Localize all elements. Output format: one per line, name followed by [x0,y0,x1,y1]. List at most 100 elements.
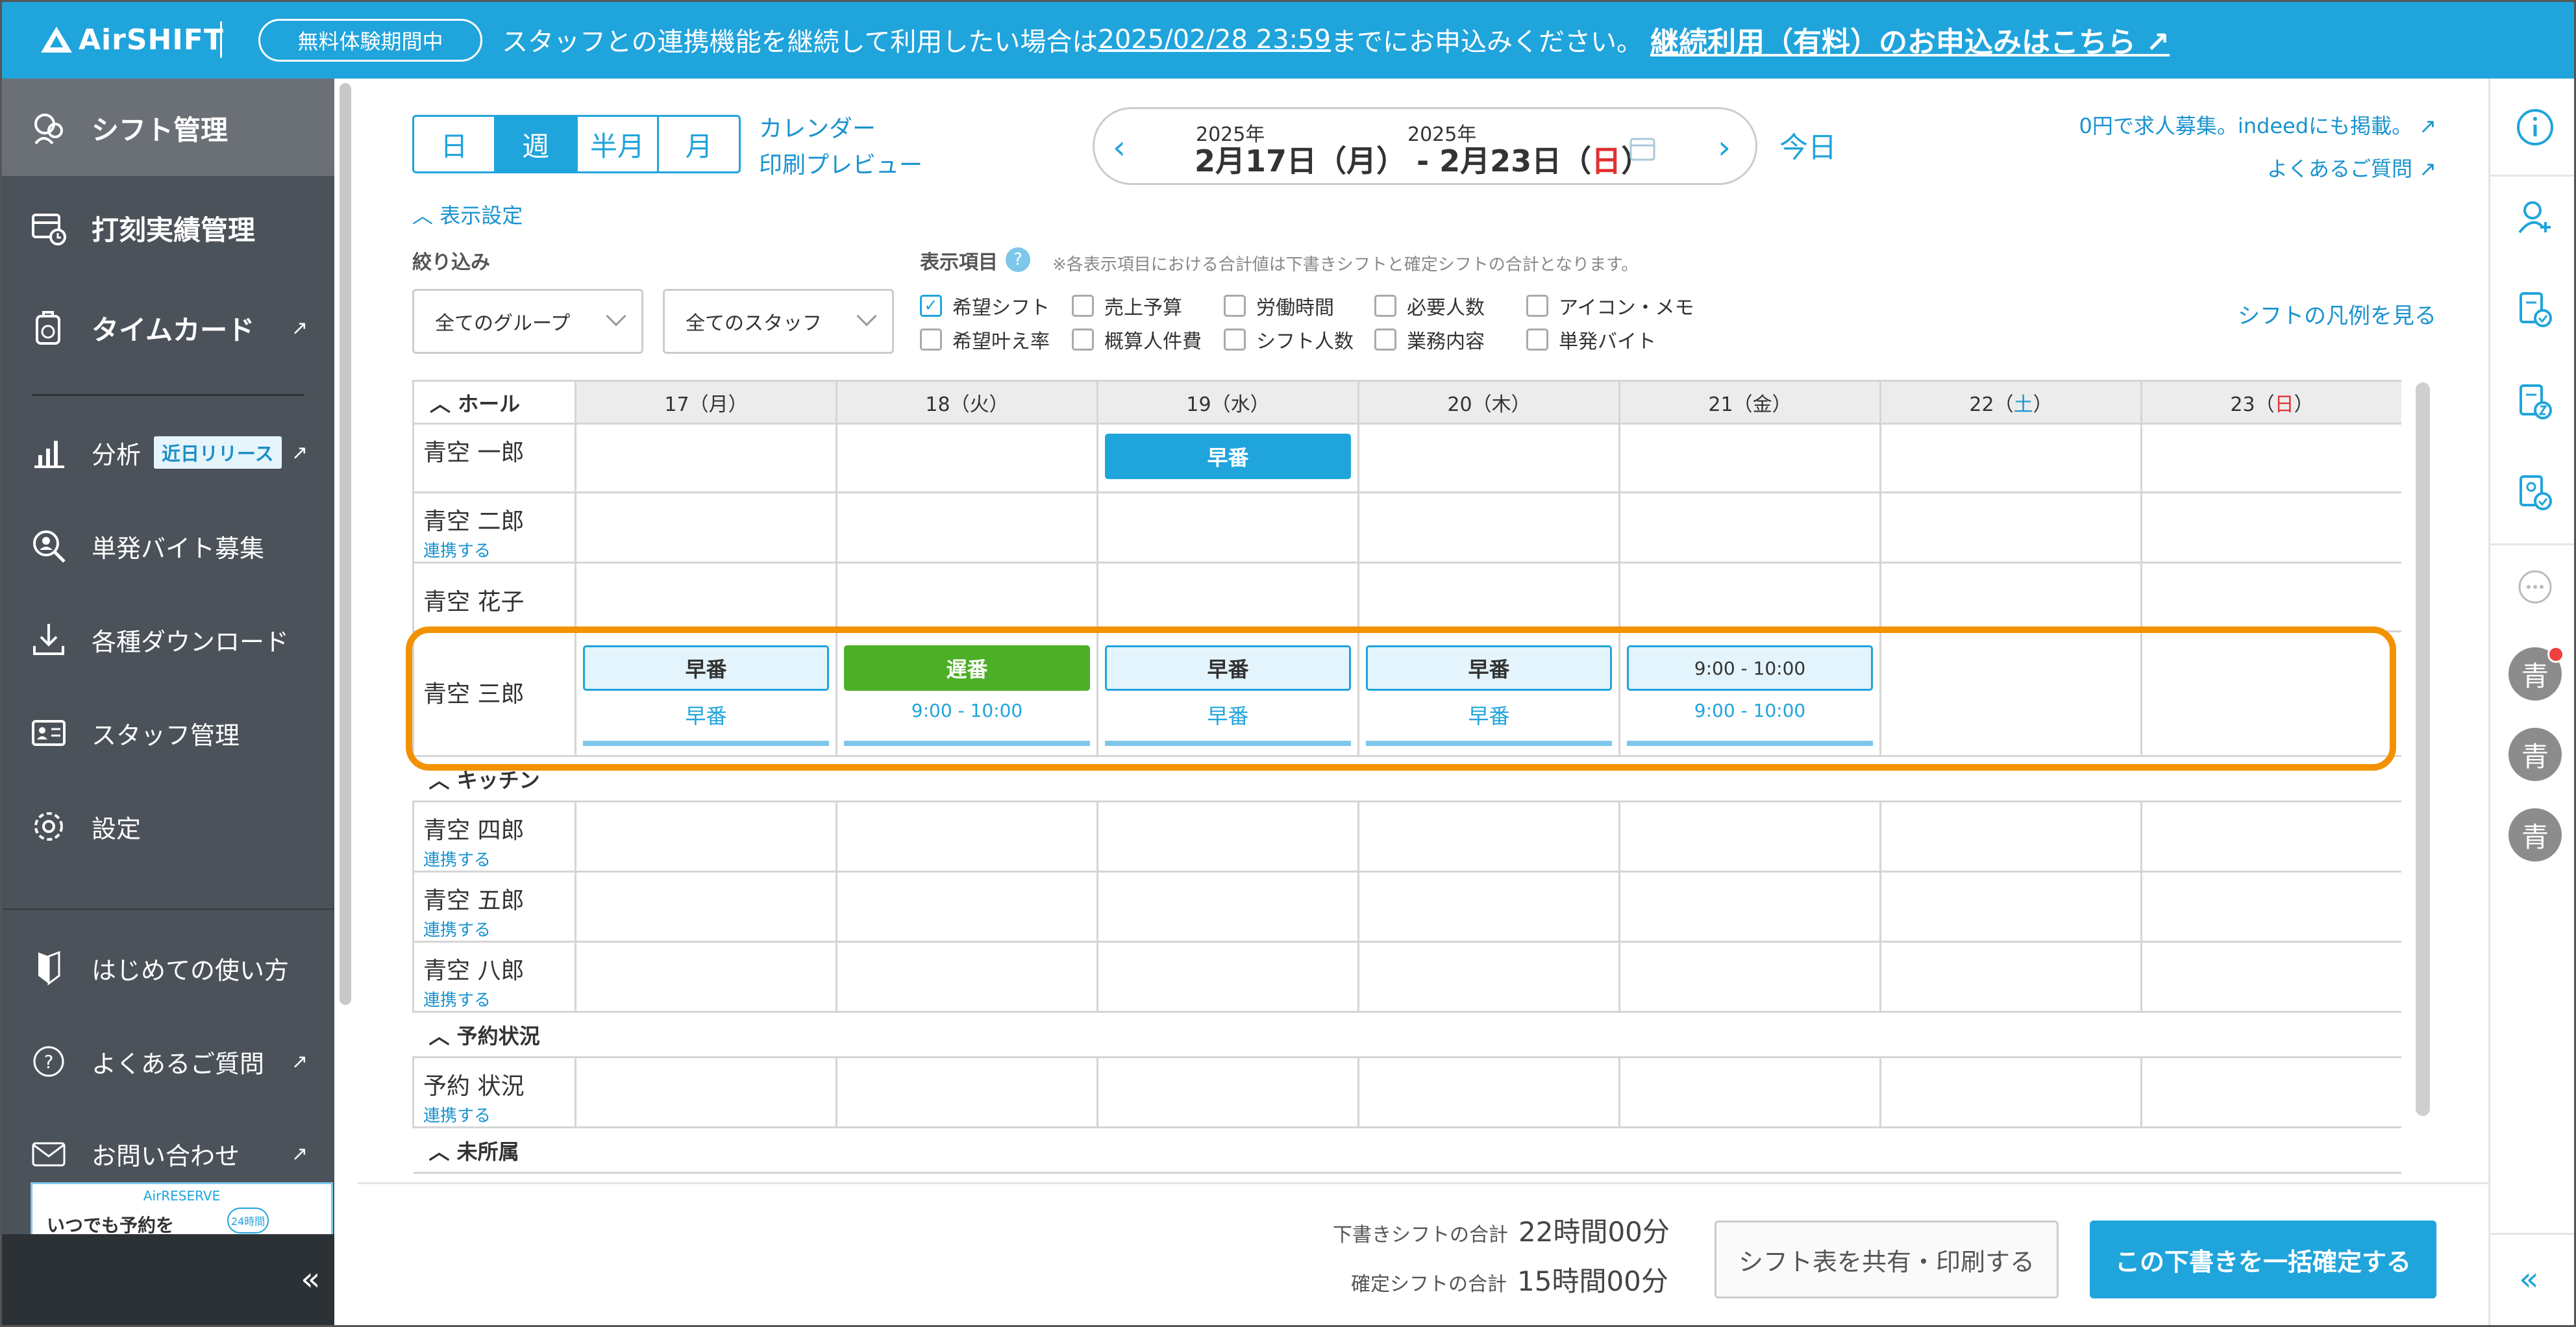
approval-icon[interactable] [2514,471,2557,514]
staff-name-cell[interactable]: 青空 花子 [412,562,576,632]
shift-cell[interactable] [836,941,1098,1013]
shift-cell[interactable] [1618,800,1881,873]
shift-cell[interactable] [836,871,1098,943]
shift-cell[interactable] [1096,941,1359,1013]
shift-cell[interactable] [1357,800,1620,873]
staff-name-cell[interactable]: 青空 一郎 [412,423,576,493]
checkbox-labor-cost[interactable]: 概算人件費 [1072,325,1202,354]
shift-legend-link[interactable]: シフトの凡例を見る [2238,298,2436,330]
shift-cell[interactable] [1357,1056,1620,1128]
shift-cell[interactable] [2140,941,2401,1013]
checkbox-task[interactable]: 業務内容 [1374,325,1485,354]
shift-cell[interactable] [575,1056,837,1128]
view-month-button[interactable]: 月 [659,117,739,171]
shift-cell[interactable] [2140,423,2401,493]
shift-cell[interactable] [1879,871,2142,943]
link-staff-link[interactable]: 連携する [423,917,575,941]
shift-cell[interactable] [1618,941,1881,1013]
next-week-button[interactable]: › [1718,129,1731,166]
view-halfmonth-button[interactable]: 半月 [578,117,660,171]
shift-cell[interactable] [1879,941,2142,1013]
shift-cell[interactable] [836,1056,1098,1128]
shift-cell[interactable] [1096,800,1359,873]
shift-cell[interactable] [575,491,837,564]
shift-cell[interactable] [575,423,837,493]
link-staff-link[interactable]: 連携する [423,538,575,562]
checkbox-desired-shift[interactable]: ✓ 希望シフト [920,291,1050,320]
collapse-panel-button[interactable]: « [2519,1260,2539,1298]
help-icon[interactable]: ? [1006,247,1030,272]
shift-cell[interactable] [2140,491,2401,564]
shift-cell[interactable] [1357,423,1620,493]
sidebar-item-contact[interactable]: お問い合わせ ↗ [2,1121,334,1186]
faq-link[interactable]: よくあるご質問 ↗ [2079,147,2436,190]
checkbox-sales-budget[interactable]: 売上予算 [1072,291,1182,320]
confirm-all-button[interactable]: この下書きを一括確定する [2090,1221,2436,1298]
today-button[interactable]: 今日 [1779,124,1837,166]
shift-request-icon[interactable] [2514,288,2557,330]
group-header-hall[interactable]: ︿ ホール [412,380,576,425]
shift-cell[interactable] [575,871,837,943]
chat-icon[interactable] [2514,567,2557,610]
add-user-icon[interactable] [2514,195,2557,238]
airshift-logo[interactable]: AirSHIFT [41,20,224,59]
sidebar-item-analytics[interactable]: 分析 近日リリース ↗ [2,420,334,485]
print-preview-link[interactable]: 印刷プレビュー [759,147,923,184]
shift-cell[interactable]: 早番 [1096,423,1359,493]
checkbox-work-hours[interactable]: 労働時間 [1224,291,1334,320]
shift-cell[interactable] [1879,800,2142,873]
avatar[interactable]: 青 [2508,728,2562,781]
continue-signup-link[interactable]: 継続利用（有料）のお申込みはこちら ↗ [1650,19,2170,60]
shift-cell[interactable] [1096,562,1359,632]
shift-cell[interactable] [1357,562,1620,632]
shift-cell[interactable] [575,800,837,873]
display-settings-toggle[interactable]: ︿ 表示設定 [412,199,523,229]
shift-cell[interactable] [1096,871,1359,943]
checkbox-wish-rate[interactable]: 希望叶え率 [920,325,1050,354]
collapse-sidebar-button[interactable]: « [301,1260,321,1298]
checkbox-required-staff[interactable]: 必要人数 [1374,291,1485,320]
group-header-unassigned[interactable]: ︿ 未所属 [413,1126,2401,1174]
shift-cell[interactable] [836,800,1098,873]
sidebar-item-shift[interactable]: シフト管理 [2,95,334,160]
staff-name-cell[interactable]: 青空 五郎 連携する [412,871,576,943]
shift-cell[interactable] [836,423,1098,493]
shift-cell[interactable] [1357,941,1620,1013]
shift-cell[interactable] [575,941,837,1013]
prev-week-button[interactable]: ‹ [1113,129,1126,166]
share-print-button[interactable]: シフト表を共有・印刷する [1715,1221,2059,1298]
link-staff-link[interactable]: 連携する [423,847,575,871]
shift-cell[interactable] [2140,562,2401,632]
airreserve-banner[interactable]: AirRESERVE いつでも予約を 24時間 [31,1182,333,1241]
staff-select[interactable]: 全てのスタッフ [663,289,894,354]
shift-cell[interactable] [1096,491,1359,564]
info-icon[interactable] [2514,106,2557,149]
shift-cell[interactable] [836,491,1098,564]
shift-cell[interactable] [1879,562,2142,632]
checkbox-shift-count[interactable]: シフト人数 [1224,325,1354,354]
sidebar-item-clock-records[interactable]: 打刻実績管理 [2,195,334,260]
link-staff-link[interactable]: 連携する [423,987,575,1011]
shift-cell[interactable] [1618,423,1881,493]
shift-block-confirmed[interactable]: 早番 [1105,434,1351,479]
checkbox-gig-job[interactable]: 単発バイト [1526,325,1656,354]
sidebar-scrollbar[interactable] [340,83,351,1005]
link-staff-link[interactable]: 連携する [423,1102,575,1126]
pending-request-icon[interactable] [2514,380,2557,423]
shift-cell[interactable] [1879,491,2142,564]
sidebar-item-settings[interactable]: 設定 [2,794,334,859]
sidebar-item-staff[interactable]: スタッフ管理 [2,701,334,765]
sidebar-item-timecard[interactable]: タイムカード ↗ [2,295,334,360]
shift-cell[interactable] [1357,871,1620,943]
shift-cell[interactable] [836,562,1098,632]
calendar-link[interactable]: カレンダー [759,111,923,147]
staff-name-cell[interactable]: 予約 状況 連携する [412,1056,576,1128]
avatar[interactable]: 青 [2508,646,2564,701]
calendar-picker-icon[interactable] [1627,132,1658,166]
shift-cell[interactable] [575,562,837,632]
staff-name-cell[interactable]: 青空 四郎 連携する [412,800,576,873]
group-header-reservation[interactable]: ︿ 予約状況 [413,1011,2401,1058]
job-posting-link[interactable]: 0円で求人募集。indeedにも掲載。 ↗ [2079,105,2436,147]
shift-cell[interactable] [2140,800,2401,873]
shift-cell[interactable] [2140,1056,2401,1128]
